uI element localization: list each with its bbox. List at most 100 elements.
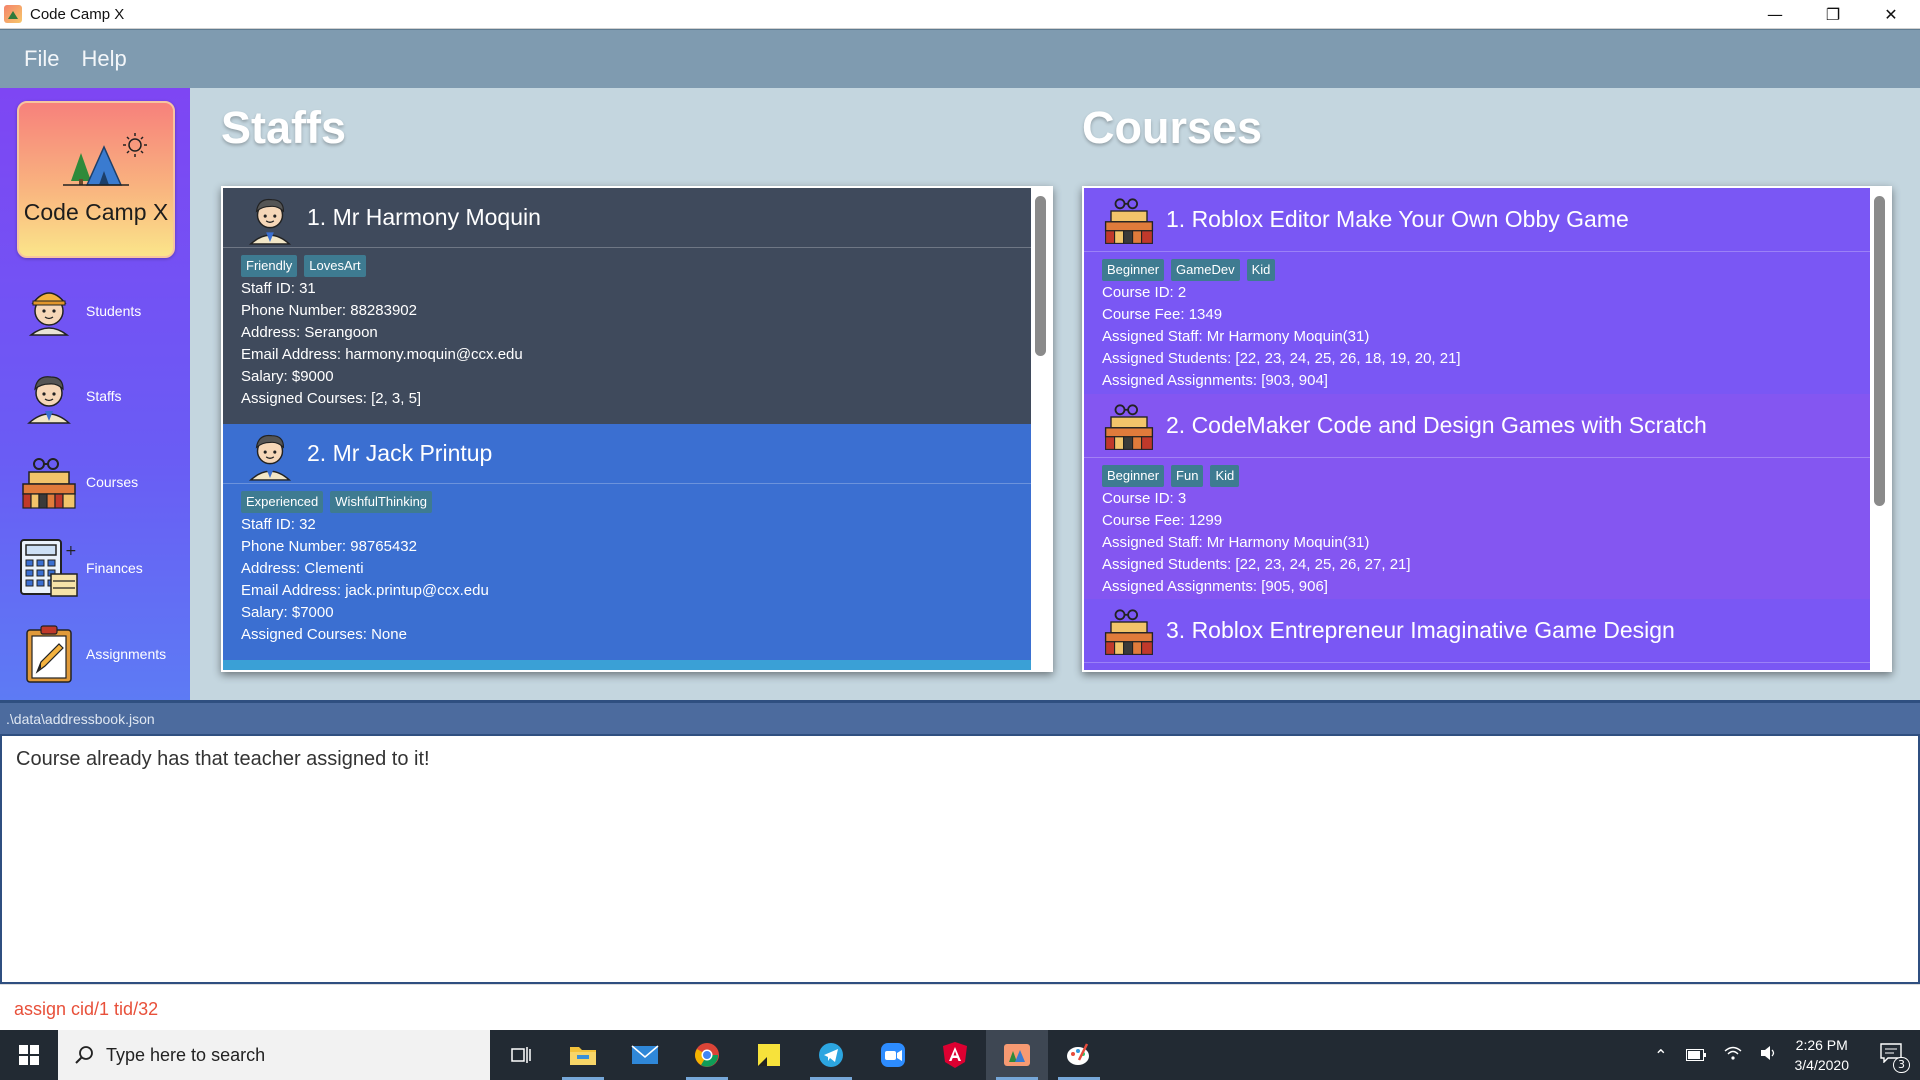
calculator-icon: + [18, 537, 80, 599]
close-button[interactable]: ✕ [1862, 0, 1920, 29]
notification-count-badge: 3 [1893, 1057, 1910, 1073]
zoom-icon [881, 1043, 905, 1067]
scroll-thumb[interactable] [1035, 196, 1046, 356]
main-content: Staffs Courses 1. Mr Harmony Moquin Frie… [190, 88, 1920, 700]
scroll-thumb[interactable] [1874, 196, 1885, 506]
sidebar-item-students[interactable]: Students [18, 276, 188, 346]
course-scrollbar[interactable] [1870, 188, 1890, 670]
system-tray: ⌃ 2:26 PM 3/4/2020 3 [1645, 1030, 1920, 1080]
taskbar-search[interactable]: Type here to search [58, 1030, 490, 1080]
result-text: Course already has that teacher assigned… [16, 748, 430, 770]
sidebar-item-label: Courses [86, 474, 139, 490]
taskbar-paint[interactable] [1048, 1030, 1110, 1080]
taskbar-mail[interactable] [614, 1030, 676, 1080]
volume-icon[interactable] [1760, 1045, 1778, 1065]
wifi-icon[interactable] [1724, 1045, 1742, 1065]
staff-list[interactable]: 1. Mr Harmony Moquin Friendly LovesArt S… [221, 186, 1053, 672]
search-icon [75, 1046, 93, 1064]
clock-time: 2:26 PM [1795, 1037, 1848, 1053]
sidebar-item-staffs[interactable]: Staffs [18, 361, 188, 431]
staff-name: 1. Mr Harmony Moquin [307, 204, 541, 230]
course-assigned-staff: Assigned Staff: Mr Harmony Moquin(31) [1102, 534, 1370, 551]
chevron-up-icon[interactable]: ⌃ [1654, 1046, 1667, 1065]
angular-icon [943, 1042, 967, 1068]
tag-badge: WishfulThinking [330, 491, 433, 513]
course-name: 3. Roblox Entrepreneur Imaginative Game … [1166, 617, 1675, 643]
staffs-heading: Staffs [221, 102, 347, 153]
windows-logo-icon [19, 1045, 39, 1065]
status-bar: .\data\addressbook.json [0, 700, 1920, 734]
staff-card[interactable]: 2. Mr Jack Printup Experienced WishfulTh… [223, 424, 1051, 660]
taskbar-code-camp-x[interactable] [986, 1030, 1048, 1080]
taskbar-file-explorer[interactable] [552, 1030, 614, 1080]
taskbar-clock[interactable]: 2:26 PM 3/4/2020 [1795, 1035, 1850, 1075]
tag-badge: Fun [1171, 465, 1204, 487]
notification-center-icon[interactable]: 3 [1880, 1043, 1910, 1073]
staff-card[interactable] [223, 660, 1051, 670]
taskbar: Type here to search ⌃ 2:26 PM 3/4/2020 3 [0, 1030, 1920, 1080]
course-fee: Course Fee: 1349 [1102, 306, 1223, 323]
staff-phone: Phone Number: 88283902 [241, 302, 417, 319]
staff-salary: Salary: $7000 [241, 604, 334, 621]
sidebar-item-label: Assignments [86, 646, 167, 662]
staff-scrollbar[interactable] [1031, 188, 1051, 670]
window-titlebar: Code Camp X — ❐ ✕ [0, 0, 1920, 29]
telegram-icon [819, 1043, 843, 1067]
course-card[interactable]: 2. CodeMaker Code and Design Games with … [1084, 394, 1890, 599]
course-card[interactable]: 3. Roblox Entrepreneur Imaginative Game … [1084, 599, 1890, 670]
student-icon [18, 280, 80, 342]
course-fee: Course Fee: 1299 [1102, 512, 1223, 529]
sidebar-item-assignments[interactable]: Assignments [18, 619, 188, 689]
staff-name: 2. Mr Jack Printup [307, 440, 493, 466]
sidebar-item-finances[interactable]: + Finances [18, 533, 188, 603]
course-card[interactable]: 1. Roblox Editor Make Your Own Obby Game… [1084, 188, 1890, 394]
staff-icon [18, 365, 80, 427]
app-icon [4, 5, 22, 23]
restore-button[interactable]: ❐ [1804, 0, 1862, 29]
task-view-button[interactable] [490, 1030, 552, 1080]
command-input[interactable]: assign cid/1 tid/32 [0, 984, 1920, 1030]
logo-card[interactable]: Code Camp X [17, 101, 175, 258]
paint-icon [1067, 1043, 1089, 1065]
course-name: 1. Roblox Editor Make Your Own Obby Game [1166, 206, 1629, 232]
file-explorer-icon [570, 1047, 596, 1065]
course-name: 2. CodeMaker Code and Design Games with … [1166, 412, 1707, 438]
minimize-button[interactable]: — [1746, 0, 1804, 29]
camp-logo-icon [63, 133, 147, 186]
tag-badge: Experienced [241, 491, 324, 513]
logo-text: Code Camp X [23, 199, 169, 225]
course-list[interactable]: 1. Roblox Editor Make Your Own Obby Game… [1082, 186, 1892, 672]
course-assigned-students: Assigned Students: [22, 23, 24, 25, 26, … [1102, 350, 1461, 367]
taskbar-telegram[interactable] [800, 1030, 862, 1080]
command-text: assign cid/1 tid/32 [14, 999, 159, 1019]
courses-icon [1102, 399, 1156, 453]
staff-avatar-icon [243, 191, 297, 245]
sidebar-item-label: Students [86, 303, 142, 319]
tag-badge: Friendly [241, 255, 298, 277]
tag-badge: Beginner [1102, 465, 1165, 487]
sidebar: Code Camp X Students Staffs Courses + Fi… [0, 88, 190, 700]
sidebar-item-courses[interactable]: Courses [18, 447, 188, 517]
battery-icon[interactable] [1685, 1046, 1706, 1065]
staff-card[interactable]: 1. Mr Harmony Moquin Friendly LovesArt S… [223, 188, 1051, 424]
taskbar-zoom[interactable] [862, 1030, 924, 1080]
course-assigned-assignments: Assigned Assignments: [905, 906] [1102, 578, 1328, 595]
menu-file[interactable]: File [24, 46, 59, 72]
sticky-notes-icon [758, 1044, 780, 1066]
taskbar-sticky-notes[interactable] [738, 1030, 800, 1080]
sidebar-item-label: Finances [86, 560, 143, 576]
tag-badge: Kid [1246, 259, 1276, 281]
course-id: Course ID: 2 [1102, 284, 1187, 301]
menu-help[interactable]: Help [81, 46, 126, 72]
result-display: Course already has that teacher assigned… [0, 734, 1920, 984]
staff-courses: Assigned Courses: [2, 3, 5] [241, 390, 422, 407]
tag-badge: Beginner [1102, 259, 1165, 281]
search-placeholder: Type here to search [106, 1044, 266, 1065]
courses-icon [18, 451, 80, 513]
taskbar-chrome[interactable] [676, 1030, 738, 1080]
taskbar-angular[interactable] [924, 1030, 986, 1080]
courses-heading: Courses [1082, 102, 1263, 153]
course-assigned-assignments: Assigned Assignments: [903, 904] [1102, 372, 1328, 389]
courses-icon [1102, 604, 1156, 658]
windows-start-button[interactable] [0, 1030, 58, 1080]
